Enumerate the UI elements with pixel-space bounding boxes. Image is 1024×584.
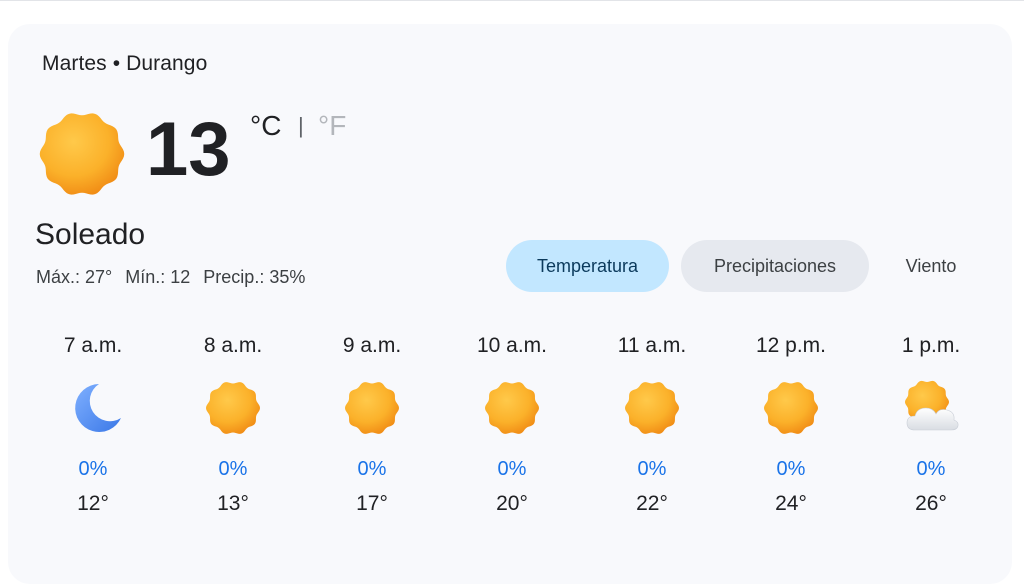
tab-precipitation[interactable]: Precipitaciones xyxy=(681,240,869,292)
hour-precipitation: 0% xyxy=(776,458,806,480)
hour-precipitation: 0% xyxy=(637,458,667,480)
hour-temperature: 24° xyxy=(775,492,807,515)
sun-icon xyxy=(203,378,263,438)
tab-wind[interactable]: Viento xyxy=(881,240,981,292)
hour-precipitation: 0% xyxy=(916,458,946,480)
hour-precipitation: 0% xyxy=(218,458,248,480)
hour-temperature: 12° xyxy=(77,492,109,515)
hour-time-label: 11 a.m. xyxy=(617,334,687,357)
partly-cloudy-icon xyxy=(901,378,961,438)
moon-icon xyxy=(63,378,123,438)
hourly-item: 1 p.m. 0% 26° xyxy=(871,330,991,518)
hour-time-label: 9 a.m. xyxy=(342,334,402,357)
unit-separator: | xyxy=(298,113,304,138)
hour-temperature: 22° xyxy=(636,492,668,515)
top-divider xyxy=(0,0,1024,1)
sun-icon xyxy=(622,378,682,438)
hour-time-label: 8 a.m. xyxy=(203,334,263,357)
sun-icon xyxy=(39,113,125,195)
hour-temperature: 17° xyxy=(356,492,388,515)
current-temperature: 13 xyxy=(146,107,231,192)
hourly-item: 7 a.m. 0% 12° xyxy=(33,330,153,518)
hour-time-label: 10 a.m. xyxy=(476,334,548,357)
hour-time-label: 1 p.m. xyxy=(901,334,961,357)
hour-precipitation: 0% xyxy=(78,458,108,480)
min-temperature: Mín.: 12 xyxy=(125,267,191,287)
hour-precipitation: 0% xyxy=(357,458,387,480)
precipitation-chance: Precip.: 35% xyxy=(203,267,306,287)
hourly-item: 12 p.m. 0% 24° xyxy=(731,330,851,518)
max-temperature: Máx.: 27° xyxy=(36,267,113,287)
day-location-label: Martes • Durango xyxy=(42,52,208,75)
sun-icon xyxy=(761,378,821,438)
hour-time-label: 7 a.m. xyxy=(63,334,123,357)
hour-temperature: 13° xyxy=(217,492,249,515)
sun-icon xyxy=(482,378,542,438)
hourly-item: 8 a.m. 0% 13° xyxy=(173,330,293,518)
weather-details: Máx.: 27° Mín.: 12 Precip.: 35% xyxy=(36,267,313,288)
sun-icon xyxy=(342,378,402,438)
condition-label: Soleado xyxy=(35,218,146,251)
hour-time-label: 12 p.m. xyxy=(755,334,827,357)
hour-precipitation: 0% xyxy=(497,458,527,480)
hourly-item: 10 a.m. 0% 20° xyxy=(452,330,572,518)
hour-temperature: 20° xyxy=(496,492,528,515)
hour-temperature: 26° xyxy=(915,492,947,515)
tab-temperature[interactable]: Temperatura xyxy=(506,240,669,292)
hourly-item: 9 a.m. 0% 17° xyxy=(312,330,432,518)
celsius-toggle[interactable]: °C xyxy=(250,110,281,142)
fahrenheit-toggle[interactable]: °F xyxy=(318,110,346,142)
hourly-item: 11 a.m. 0% 22° xyxy=(592,330,712,518)
